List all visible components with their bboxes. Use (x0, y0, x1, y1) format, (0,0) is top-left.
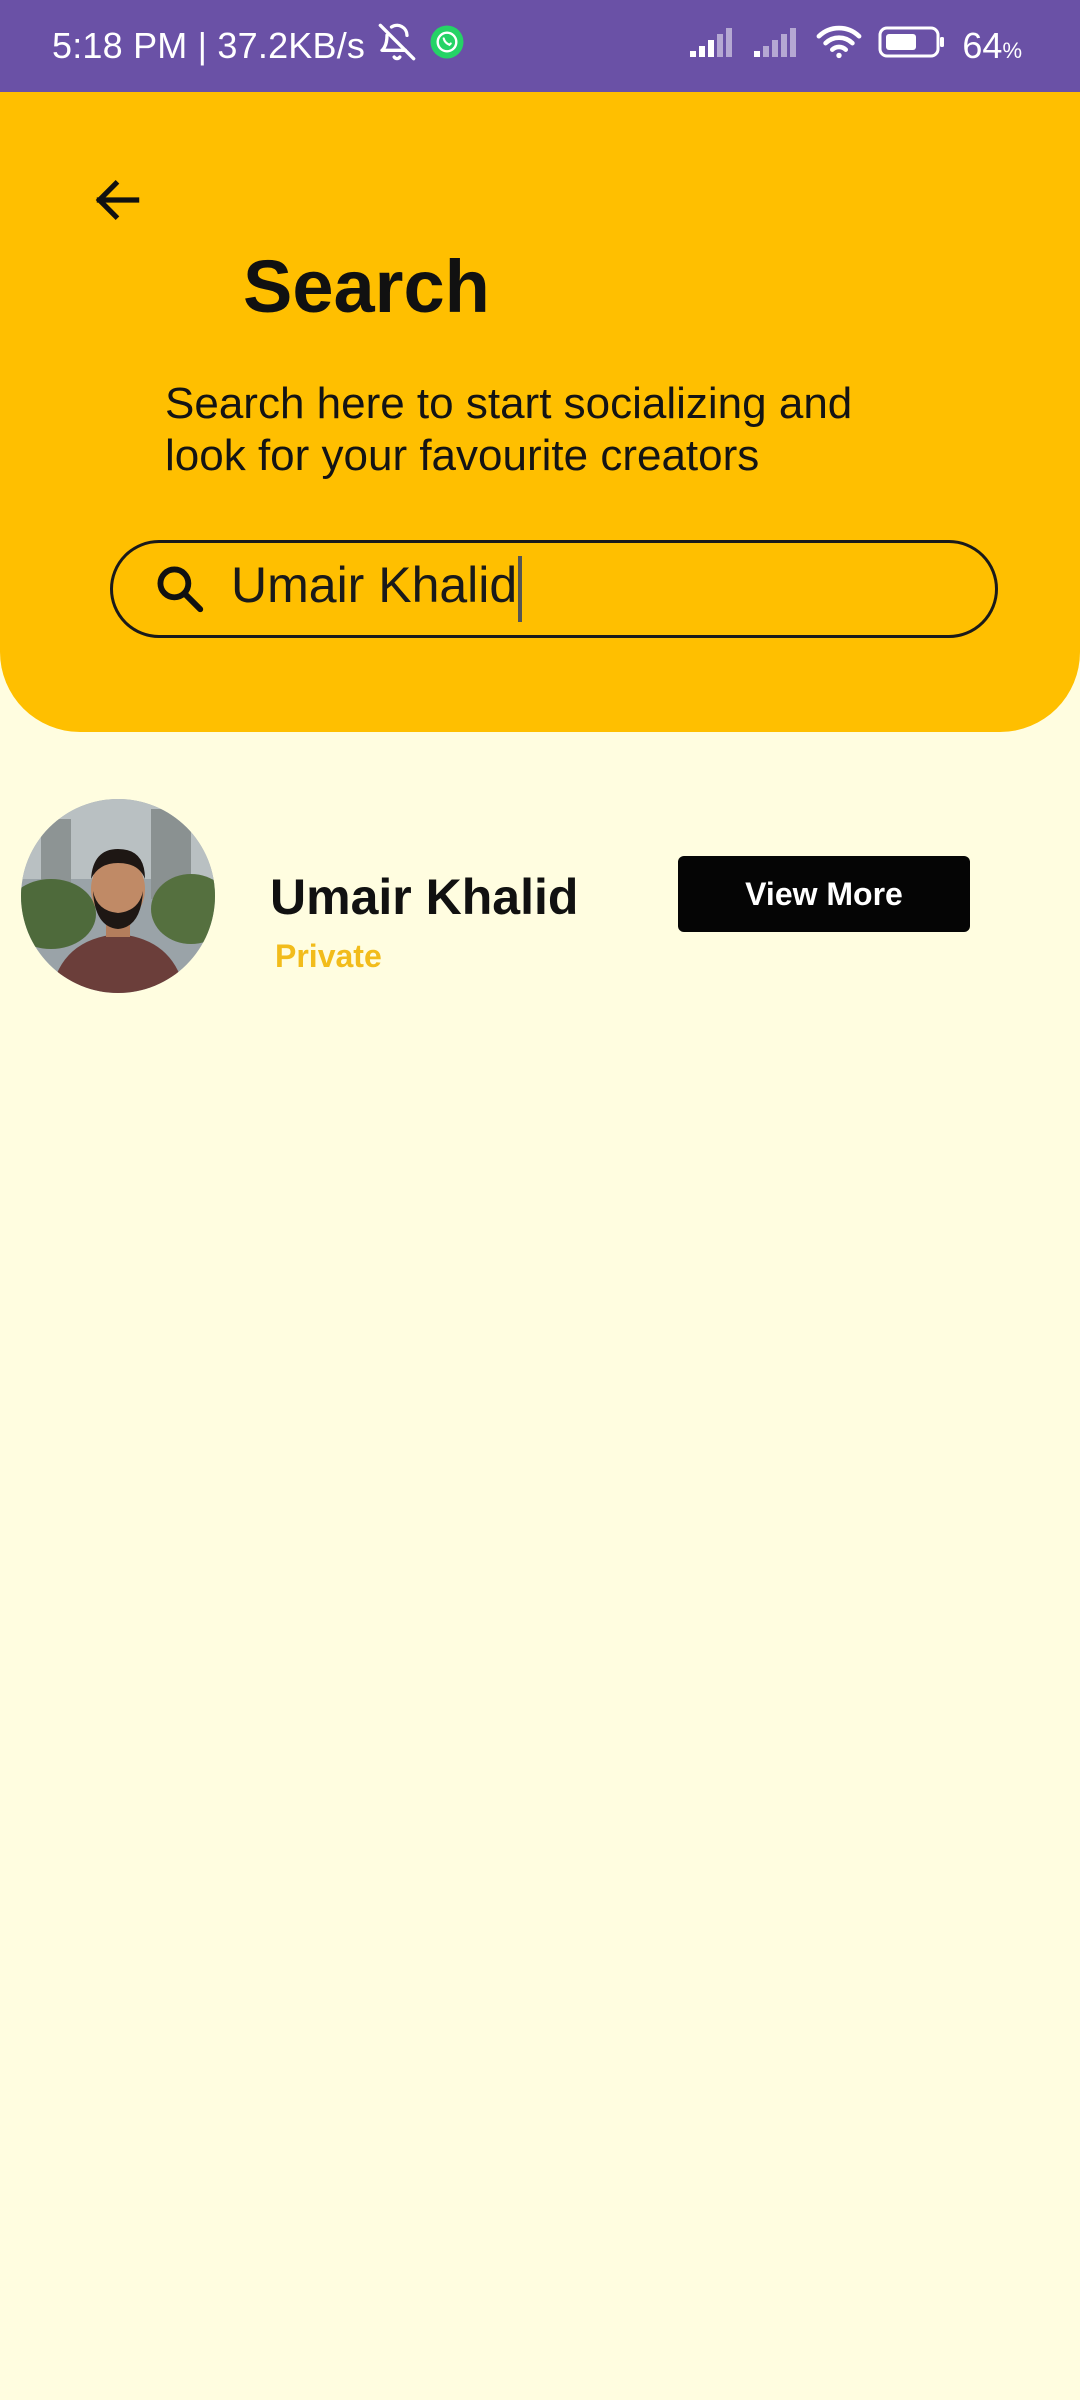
page-title: Search (243, 245, 490, 328)
battery-icon (878, 25, 946, 68)
status-bar-right: 64% (688, 24, 1022, 69)
privacy-label: Private (275, 938, 382, 974)
whatsapp-icon (429, 24, 465, 69)
status-bar: 5:18 PM | 37.2KB/s 64% (0, 0, 1080, 92)
view-more-button[interactable]: View More (678, 856, 970, 932)
bell-off-icon (377, 22, 417, 71)
text-cursor (518, 556, 523, 622)
status-bar-left: 5:18 PM | 37.2KB/s (52, 22, 465, 71)
search-bar[interactable]: Umair Khalid (110, 540, 998, 638)
signal-icon (688, 25, 736, 68)
back-button[interactable] (82, 166, 154, 238)
signal-icon (752, 25, 800, 68)
arrow-left-icon (90, 172, 146, 233)
search-input-value: Umair Khalid (231, 557, 518, 614)
status-time-speed: 5:18 PM | 37.2KB/s (52, 25, 366, 66)
search-input[interactable]: Umair Khalid (231, 556, 951, 622)
avatar[interactable] (21, 799, 215, 993)
wifi-icon (816, 24, 862, 69)
list-item[interactable]: Umair Khalid Private View More (0, 796, 1080, 996)
battery-percent: 64% (962, 25, 1022, 66)
result-name: Umair Khalid (270, 869, 579, 925)
page-subtitle: Search here to start socializing and loo… (165, 379, 853, 480)
search-icon (151, 560, 209, 618)
